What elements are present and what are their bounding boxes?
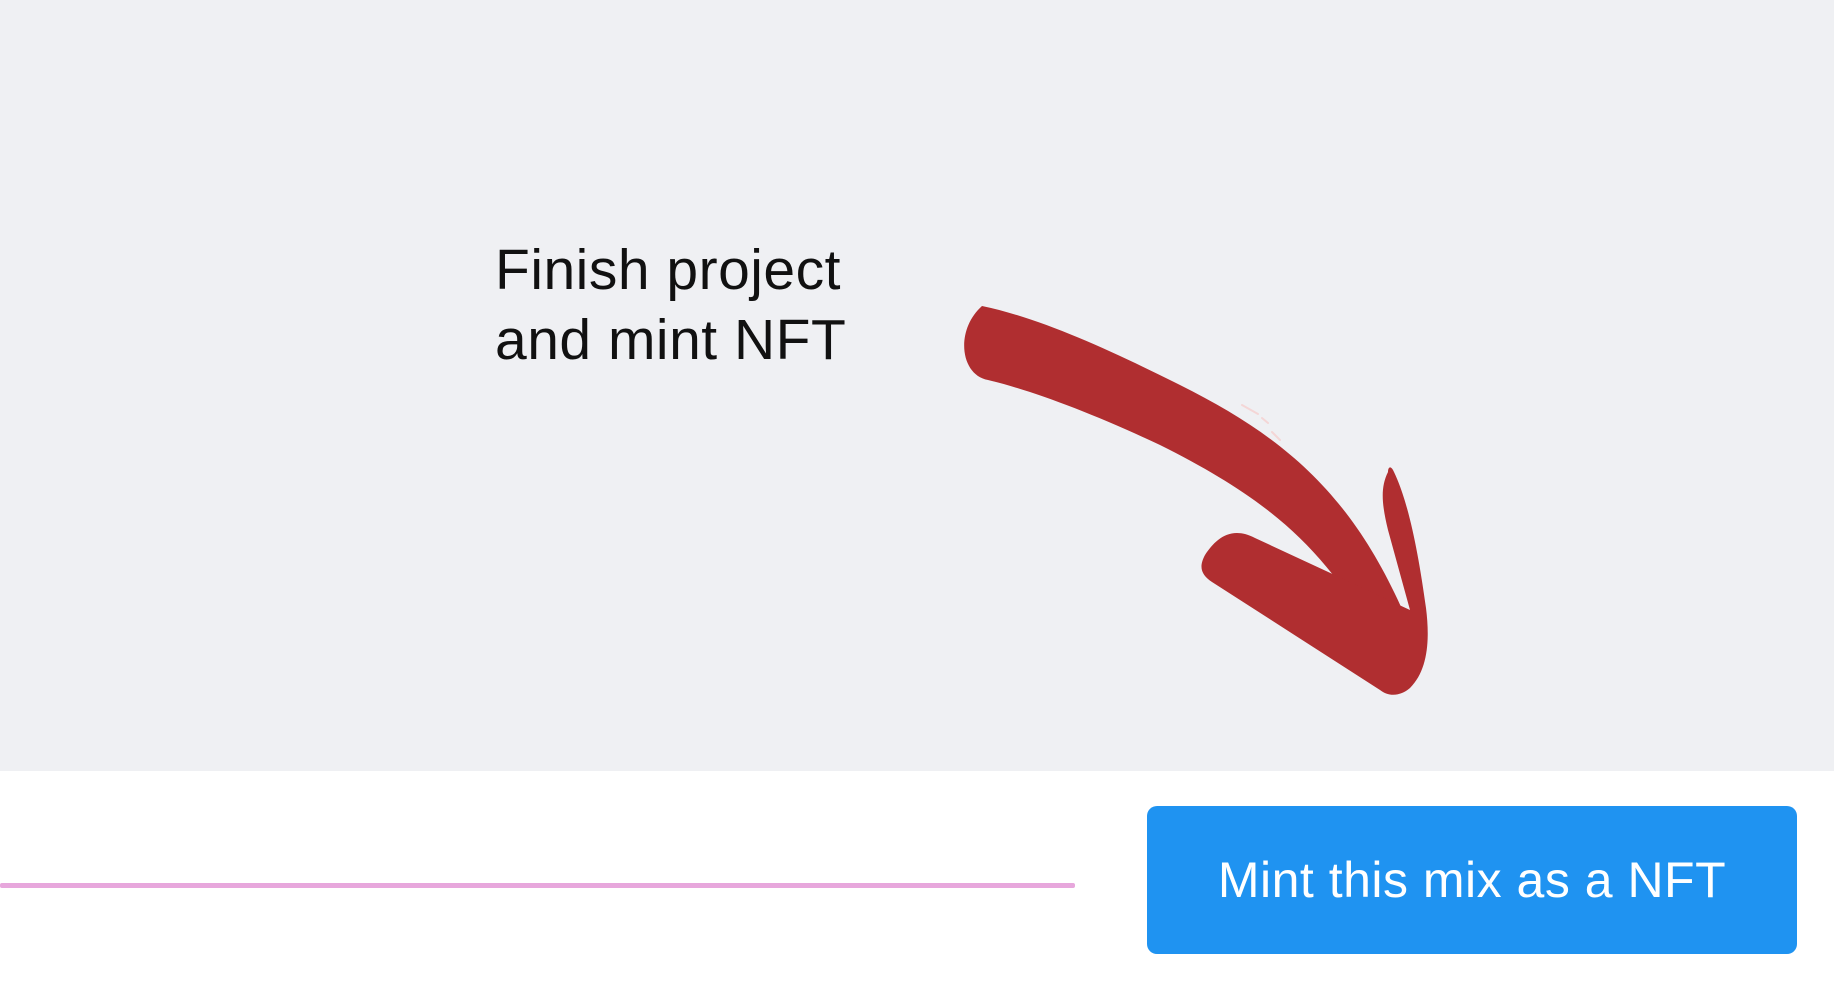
- callout-text: Finish project and mint NFT: [495, 235, 915, 375]
- mint-nft-button[interactable]: Mint this mix as a NFT: [1147, 806, 1797, 954]
- mint-nft-button-label: Mint this mix as a NFT: [1217, 852, 1727, 908]
- callout-line-2: and mint NFT: [495, 308, 847, 372]
- arrow-head: [1201, 467, 1428, 695]
- arrow-shaft: [964, 306, 1415, 660]
- progress-line: [0, 883, 1075, 888]
- app-window: Finish project and mint NFT Mint this mi…: [0, 0, 1834, 985]
- callout-line-1: Finish project: [495, 238, 841, 302]
- arrow-highlight: [1241, 404, 1281, 441]
- bottom-action-bar: Mint this mix as a NFT: [0, 771, 1834, 985]
- curved-arrow-down-right-icon: [964, 306, 1428, 695]
- canvas-area: Finish project and mint NFT: [0, 0, 1834, 771]
